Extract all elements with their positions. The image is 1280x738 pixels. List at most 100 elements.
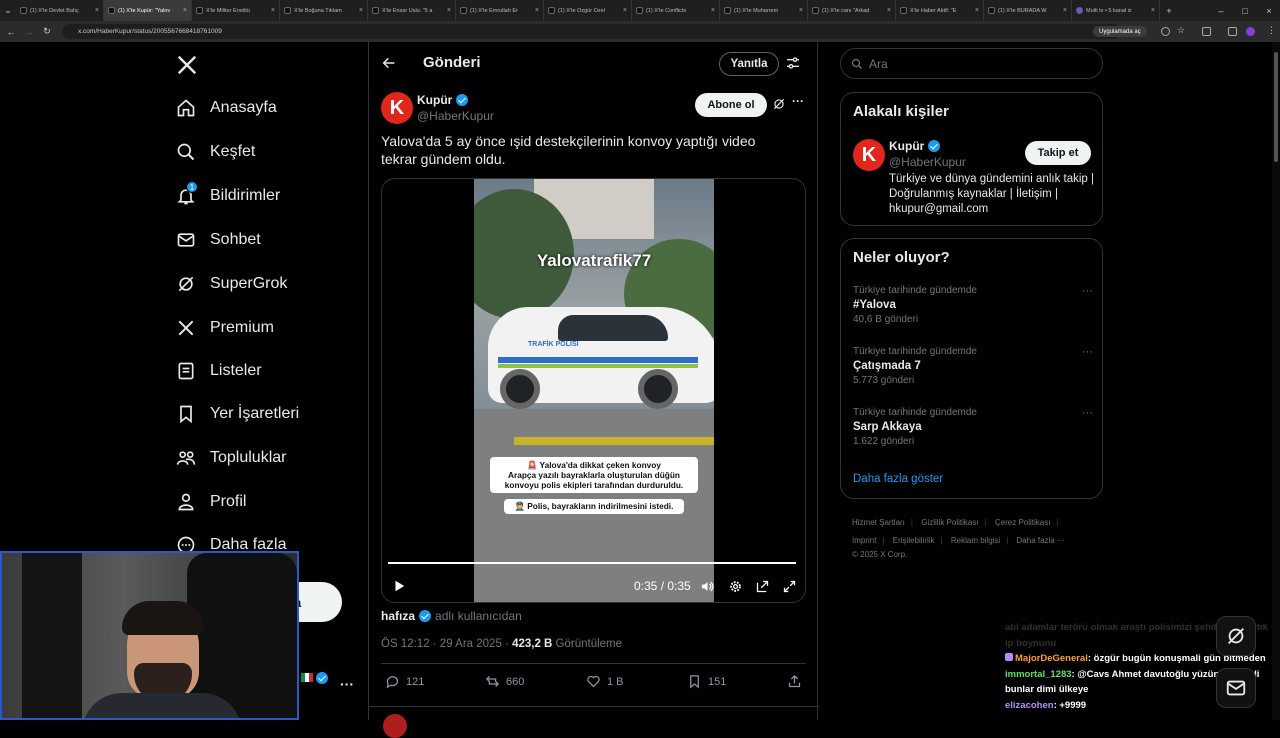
footer-link[interactable]: Çerez Politikası [995,518,1051,527]
related-handle[interactable]: @HaberKupur [889,155,966,169]
close-tab-icon[interactable]: × [271,7,275,14]
browser-tab[interactable]: (1) X'te Conflicts × [632,0,720,21]
grok-explain-icon[interactable] [772,97,786,111]
nav-chat[interactable]: Sohbet [176,230,261,250]
filter-icon[interactable] [785,55,801,71]
reply-action[interactable]: 121 [385,674,424,689]
close-tab-icon[interactable]: × [183,7,187,14]
show-more-link[interactable]: Daha fazla göster [853,473,943,485]
open-in-app-chip[interactable]: Uygulamada aç [1093,26,1147,37]
reply-avatar[interactable] [383,714,407,738]
close-tab-icon[interactable]: × [887,7,891,14]
browser-tab[interactable]: (1) X'te Muharrem × [720,0,808,21]
nav-home[interactable]: Anasayfa [176,98,277,118]
video-progress-track[interactable] [388,562,796,564]
more-options-icon[interactable]: ··· [1082,407,1093,419]
footer-link[interactable]: Gizlilik Politikası [921,518,978,527]
browser-tab-active[interactable]: (1) X'te Kupür: "Yalov × [104,0,192,21]
scrollbar-thumb[interactable] [1274,52,1278,162]
video-player[interactable]: TRAFİK POLİSİ Yalovatrafik77 🚨 Yalova'da… [381,178,806,603]
browser-tab[interactable]: X'te Militer Enstitü × [192,0,280,21]
browser-tab[interactable]: (1) X'te BURADA W × [984,0,1072,21]
nav-lists[interactable]: Listeler [176,361,262,381]
nav-bookmarks[interactable]: Yer İşaretleri [176,404,299,424]
browser-tab[interactable]: Multi tv • 5 kanal iz × [1072,0,1160,21]
close-tab-icon[interactable]: × [535,7,539,14]
scrollbar[interactable] [1272,42,1280,720]
close-tab-icon[interactable]: × [447,7,451,14]
url-field[interactable]: x.com/HaberKupur/status/2005567668418761… [62,24,1122,39]
tab-list-button[interactable]: ⌄ [0,5,16,16]
trend-item[interactable]: Türkiye tarihinde gündemde #Yalova 40,6 … [853,285,1093,325]
like-action[interactable]: 1 B [586,674,624,689]
close-tab-icon[interactable]: × [711,7,715,14]
trend-item[interactable]: Türkiye tarihinde gündemde Çatışmada 7 5… [853,346,1093,386]
close-tab-icon[interactable]: × [623,7,627,14]
browser-tab[interactable]: X'te Ensar Uslu: "5 a × [368,0,456,21]
browser-tab[interactable]: (1) X'te Emrullah Er × [456,0,544,21]
new-tab-icon[interactable]: + [1160,6,1178,16]
footer-link[interactable]: Erişilebilirlik [893,536,935,545]
more-options-icon[interactable]: ··· [1082,285,1093,297]
related-avatar[interactable]: K [853,139,885,171]
minimize-icon[interactable]: – [1212,6,1230,16]
forward-icon[interactable]: → [20,27,38,37]
footer-link[interactable]: Hizmet Şartları [852,518,905,527]
account-more-icon[interactable]: ··· [340,676,354,692]
grok-floating-button[interactable] [1216,616,1256,656]
picture-in-picture-icon[interactable] [755,579,770,594]
related-name[interactable]: Kupür [889,139,941,153]
author-handle[interactable]: @HaberKupur [417,109,494,123]
browser-tab[interactable]: X'te Boğuna Tıklam × [280,0,368,21]
footer-link[interactable]: Daha fazla ··· [1017,536,1065,545]
extensions-icon[interactable] [1202,27,1211,36]
author-avatar[interactable]: K [381,92,413,124]
download-icon[interactable] [1228,27,1237,36]
browser-tab[interactable]: (1) X'te canı "Arkad × [808,0,896,21]
volume-icon[interactable] [700,579,715,594]
browser-tab[interactable]: X'te Haber Aktif: "E × [896,0,984,21]
profile-icon[interactable] [1246,27,1255,36]
back-arrow-icon[interactable] [381,55,397,71]
footer-link[interactable]: Reklam bilgisi [951,536,1000,545]
browser-tab[interactable]: (1) X'te Özgür Özel × [544,0,632,21]
maximize-icon[interactable]: □ [1236,6,1254,16]
close-tab-icon[interactable]: × [359,7,363,14]
menu-icon[interactable]: ⋮ [1267,25,1276,35]
nav-communities[interactable]: Topluluklar [176,448,286,468]
author-name[interactable]: Kupür [417,93,469,107]
close-tab-icon[interactable]: × [1063,7,1067,14]
nav-supergrok[interactable]: SuperGrok [176,274,287,294]
close-tab-icon[interactable]: × [1151,7,1155,14]
close-tab-icon[interactable]: × [95,7,99,14]
footer-link[interactable]: Imprint [852,536,876,545]
messages-floating-button[interactable] [1216,668,1256,708]
search-input[interactable]: Ara [840,48,1103,79]
bookmark-action[interactable]: 151 [687,674,726,689]
browser-tab[interactable]: (1) X'te Devlet Bahç × [16,0,104,21]
reload-icon[interactable]: ↻ [38,26,56,37]
subscribe-button[interactable]: Abone ol [695,93,767,117]
nav-notifications[interactable]: 1 Bildirimler [176,181,280,206]
zoom-icon[interactable] [1161,27,1170,36]
trend-item[interactable]: Türkiye tarihinde gündemde Sarp Akkaya 1… [853,407,1093,447]
follow-button[interactable]: Takip et [1025,141,1091,165]
window-close-icon[interactable]: × [1260,6,1278,16]
nav-explore[interactable]: Keşfet [176,142,255,162]
reply-button[interactable]: Yanıtla [719,52,779,76]
x-logo-icon[interactable] [176,54,198,76]
nav-premium[interactable]: Premium [176,318,274,338]
play-icon[interactable] [392,579,406,593]
share-action[interactable] [787,674,802,689]
video-caption-box: 🚨 Yalova'da dikkat çeken konvoy Arapça y… [490,457,698,493]
star-icon[interactable]: ☆ [1177,25,1186,35]
fullscreen-icon[interactable] [782,579,797,594]
more-options-icon[interactable]: ··· [792,94,804,108]
settings-icon[interactable] [728,579,743,594]
more-options-icon[interactable]: ··· [1082,346,1093,358]
close-tab-icon[interactable]: × [799,7,803,14]
nav-profile[interactable]: Profil [176,492,246,512]
close-tab-icon[interactable]: × [975,7,979,14]
back-icon[interactable]: ← [2,27,20,37]
repost-action[interactable]: 660 [485,674,524,689]
